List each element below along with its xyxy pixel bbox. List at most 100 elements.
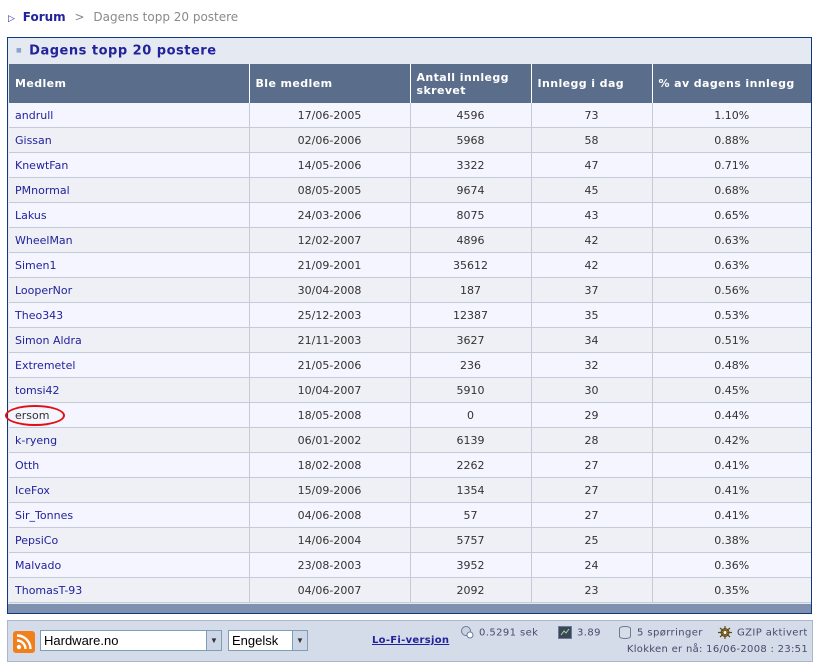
cell-total-posts: 5910 xyxy=(410,377,532,403)
cell-percent: 0.44% xyxy=(652,402,811,428)
cell-total-posts: 5968 xyxy=(410,127,532,153)
member-link[interactable]: LooperNor xyxy=(15,284,72,297)
language-select[interactable]: Engelsk ▼ xyxy=(228,630,308,651)
member-link[interactable]: Sir_Tonnes xyxy=(15,509,73,522)
header-total-posts[interactable]: Antall innlegg skrevet xyxy=(410,64,532,103)
table-row: Gissan 02/06-2006 5968 58 0.88% xyxy=(9,127,811,153)
cell-posts-today: 30 xyxy=(531,377,653,403)
cell-percent: 0.65% xyxy=(652,202,811,228)
forum-jump-select[interactable]: Hardware.no ▼ xyxy=(40,630,222,651)
cell-posts-today: 24 xyxy=(531,552,653,578)
table-header-row: Medlem Ble medlem Antall innlegg skrevet… xyxy=(9,64,811,103)
cell-joined: 10/04-2007 xyxy=(249,377,411,403)
cell-posts-today: 29 xyxy=(531,402,653,428)
cell-joined: 23/08-2003 xyxy=(249,552,411,578)
cell-total-posts: 0 xyxy=(410,402,532,428)
cell-member: andrull xyxy=(9,103,250,128)
table-row: Lakus 24/03-2006 8075 43 0.65% xyxy=(9,202,811,228)
member-link[interactable]: WheelMan xyxy=(15,234,73,247)
cell-percent: 1.10% xyxy=(652,103,811,128)
table-row: ersom 18/05-2008 0 29 0.44% xyxy=(9,402,811,428)
table-row: ThomasT-93 04/06-2007 2092 23 0.35% xyxy=(9,577,811,603)
cell-total-posts: 8075 xyxy=(410,202,532,228)
rss-icon[interactable] xyxy=(13,631,35,653)
top-posters-panel: ■ Dagens topp 20 postere Medlem Ble medle… xyxy=(7,37,812,614)
member-link[interactable]: ersom xyxy=(15,409,49,422)
table-row: PMnormal 08/05-2005 9674 45 0.68% xyxy=(9,177,811,203)
member-link[interactable]: Otth xyxy=(15,459,39,472)
header-percent[interactable]: % av dagens innlegg xyxy=(652,64,811,103)
member-link[interactable]: Simon Aldra xyxy=(15,334,82,347)
member-link[interactable]: Malvado xyxy=(15,559,61,572)
queries-stat: 5 spørringer xyxy=(618,626,703,639)
cell-total-posts: 4896 xyxy=(410,227,532,253)
cell-posts-today: 34 xyxy=(531,327,653,353)
cell-posts-today: 27 xyxy=(531,452,653,478)
member-link[interactable]: Extremetel xyxy=(15,359,75,372)
cell-joined: 14/06-2004 xyxy=(249,527,411,553)
member-link[interactable]: Gissan xyxy=(15,134,52,147)
member-link[interactable]: andrull xyxy=(15,109,53,122)
language-value: Engelsk xyxy=(232,633,279,648)
member-link[interactable]: PMnormal xyxy=(15,184,70,197)
member-link[interactable]: KnewtFan xyxy=(15,159,68,172)
header-joined[interactable]: Ble medlem xyxy=(249,64,411,103)
table-row: IceFox 15/09-2006 1354 27 0.41% xyxy=(9,477,811,503)
table-row: WheelMan 12/02-2007 4896 42 0.63% xyxy=(9,227,811,253)
cell-total-posts: 3322 xyxy=(410,152,532,178)
member-link[interactable]: ThomasT-93 xyxy=(15,584,82,597)
cell-posts-today: 42 xyxy=(531,227,653,253)
cell-member: ThomasT-93 xyxy=(9,577,250,603)
cell-total-posts: 3952 xyxy=(410,552,532,578)
member-link[interactable]: Simen1 xyxy=(15,259,57,272)
cell-total-posts: 236 xyxy=(410,352,532,378)
cell-total-posts: 57 xyxy=(410,502,532,528)
cell-member: Otth xyxy=(9,452,250,478)
breadcrumb-forum-link[interactable]: Forum xyxy=(23,10,66,24)
member-link[interactable]: tomsi42 xyxy=(15,384,60,397)
cell-member: Lakus xyxy=(9,202,250,228)
cell-total-posts: 6139 xyxy=(410,427,532,453)
lofi-version-link[interactable]: Lo-Fi-versjon xyxy=(372,635,449,646)
table-row: k-ryeng 06/01-2002 6139 28 0.42% xyxy=(9,427,811,453)
cell-percent: 0.36% xyxy=(652,552,811,578)
cell-percent: 0.48% xyxy=(652,352,811,378)
gzip-icon xyxy=(718,626,732,639)
cell-joined: 18/02-2008 xyxy=(249,452,411,478)
cell-joined: 04/06-2008 xyxy=(249,502,411,528)
cell-percent: 0.56% xyxy=(652,277,811,303)
cell-joined: 21/05-2006 xyxy=(249,352,411,378)
table-row: Otth 18/02-2008 2262 27 0.41% xyxy=(9,452,811,478)
breadcrumb: ▷ Forum > Dagens topp 20 postere xyxy=(8,8,238,26)
cell-total-posts: 187 xyxy=(410,277,532,303)
member-link[interactable]: IceFox xyxy=(15,484,50,497)
cell-member: Extremetel xyxy=(9,352,250,378)
cell-joined: 25/12-2003 xyxy=(249,302,411,328)
dropdown-arrow-icon[interactable]: ▼ xyxy=(292,631,307,650)
cell-posts-today: 37 xyxy=(531,277,653,303)
table-row: PepsiCo 14/06-2004 5757 25 0.38% xyxy=(9,527,811,553)
cell-total-posts: 3627 xyxy=(410,327,532,353)
dropdown-arrow-icon[interactable]: ▼ xyxy=(206,631,221,650)
cell-member: Simen1 xyxy=(9,252,250,278)
member-link[interactable]: Theo343 xyxy=(15,309,63,322)
cell-member: IceFox xyxy=(9,477,250,503)
cell-percent: 0.63% xyxy=(652,252,811,278)
forum-jump-value: Hardware.no xyxy=(44,633,119,648)
cell-percent: 0.51% xyxy=(652,327,811,353)
cell-posts-today: 43 xyxy=(531,202,653,228)
cell-member: Sir_Tonnes xyxy=(9,502,250,528)
member-link[interactable]: k-ryeng xyxy=(15,434,57,447)
cell-member: k-ryeng xyxy=(9,427,250,453)
table-row: LooperNor 30/04-2008 187 37 0.56% xyxy=(9,277,811,303)
cell-posts-today: 28 xyxy=(531,427,653,453)
header-member[interactable]: Medlem xyxy=(9,64,250,103)
member-link[interactable]: PepsiCo xyxy=(15,534,58,547)
cell-posts-today: 27 xyxy=(531,477,653,503)
title-bullet-icon: ■ xyxy=(16,47,23,54)
member-link[interactable]: Lakus xyxy=(15,209,47,222)
cell-total-posts: 12387 xyxy=(410,302,532,328)
cell-member: tomsi42 xyxy=(9,377,250,403)
header-posts-today[interactable]: Innlegg i dag xyxy=(531,64,653,103)
cell-member: Gissan xyxy=(9,127,250,153)
